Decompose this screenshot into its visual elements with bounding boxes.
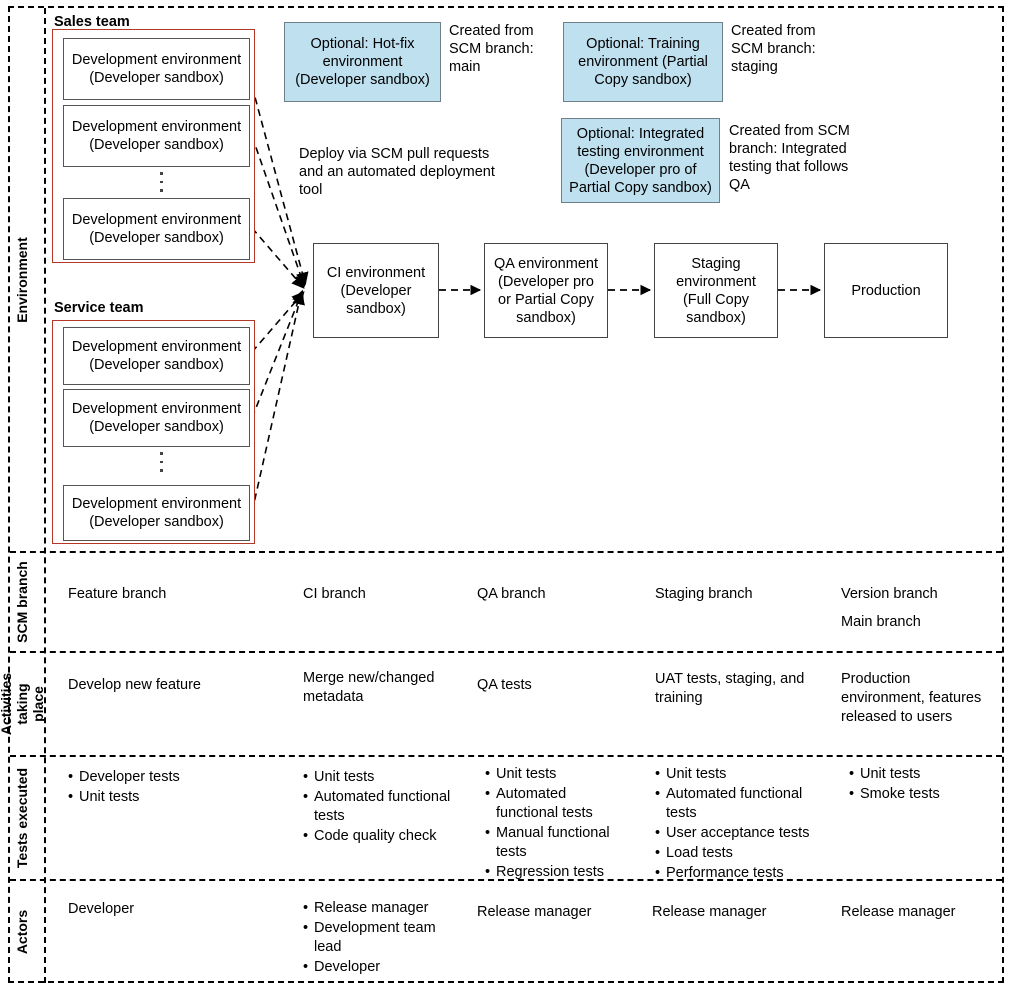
row-label-activities: Activities taking place: [0, 653, 46, 755]
actors-cell-1: Developer: [68, 901, 135, 917]
tests-cell-1: Developer testsUnit tests: [68, 768, 258, 808]
row-label-scm: SCM branch: [0, 553, 44, 651]
list-item: Developer: [303, 958, 458, 977]
separator-label-column: [44, 8, 46, 983]
tests-list-3: Unit testsAutomated functional testsManu…: [485, 765, 623, 882]
separator-activities-tests: [10, 755, 1002, 757]
list-item: User acceptance tests: [655, 824, 825, 843]
env-box-production[interactable]: Production: [824, 243, 948, 338]
list-item: Code quality check: [303, 827, 453, 846]
env-box-staging[interactable]: Staging environment (Full Copy sandbox): [654, 243, 778, 338]
activities-cell-4: UAT tests, staging, and training: [655, 671, 805, 706]
row-label-actors: Actors: [0, 881, 44, 983]
actors-cell-5: Release manager: [841, 904, 956, 920]
tests-list-1: Developer testsUnit tests: [68, 768, 258, 807]
optional-integrated-testing-box[interactable]: Optional: Integrated testing environment…: [561, 118, 720, 203]
list-item: Manual functional tests: [485, 824, 623, 862]
dev-env-box-service-1[interactable]: Development environment (Developer sandbo…: [63, 327, 250, 385]
row-label-activities-text: Activities taking place: [0, 672, 46, 736]
activities-cell-5: Production environment, features release…: [841, 671, 982, 725]
scm-cell-1: Feature branch: [68, 586, 167, 602]
separator-environment-scm: [10, 551, 1002, 553]
list-item: Regression tests: [485, 863, 623, 882]
actors-cell-4: Release manager: [652, 904, 767, 920]
row-label-tests-text: Tests executed: [14, 767, 30, 869]
optional-training-box[interactable]: Optional: Training environment (Partial …: [563, 22, 723, 102]
optional-hotfix-box[interactable]: Optional: Hot-fix environment (Developer…: [284, 22, 441, 102]
list-item: Unit tests: [655, 765, 825, 784]
list-item: Performance tests: [655, 864, 825, 883]
row-label-environment-text: Environment: [14, 236, 31, 323]
env-box-ci[interactable]: CI environment (Developer sandbox): [313, 243, 439, 338]
list-item: Release manager: [303, 899, 458, 918]
list-item: Automated functional tests: [485, 785, 623, 823]
tests-cell-3: Unit testsAutomated functional testsManu…: [485, 765, 623, 883]
list-item: Unit tests: [485, 765, 623, 784]
tests-cell-4: Unit testsAutomated functional testsUser…: [655, 765, 825, 884]
separator-scm-activities: [10, 651, 1002, 653]
actors-cell-2: Release managerDevelopment team leadDeve…: [303, 899, 458, 978]
dev-env-box-service-3[interactable]: Development environment (Developer sandbo…: [63, 485, 250, 541]
diagram-canvas: Environment SCM branch Activities taking…: [0, 0, 1010, 989]
scm-cell-3: QA branch: [477, 586, 546, 602]
ellipsis-sales: [160, 172, 163, 192]
note-deploy-method: Deploy via SCM pull requests and an auto…: [299, 146, 495, 198]
row-label-environment: Environment: [0, 8, 44, 551]
dev-env-box-service-2[interactable]: Development environment (Developer sandbo…: [63, 389, 250, 447]
dev-env-box-sales-1[interactable]: Development environment (Developer sandbo…: [63, 38, 250, 100]
list-item: Automated functional tests: [655, 785, 825, 823]
scm-cell-5: Version branch Main branch: [841, 586, 938, 630]
note-hotfix-branch: Created from SCM branch: main: [449, 23, 534, 75]
activities-cell-1: Develop new feature: [68, 677, 201, 693]
ellipsis-service: [160, 452, 163, 472]
row-label-scm-text: SCM branch: [14, 561, 30, 643]
row-label-actors-text: Actors: [14, 909, 31, 955]
list-item: Unit tests: [303, 768, 453, 787]
env-box-qa[interactable]: QA environment (Developer pro or Partial…: [484, 243, 608, 338]
team-title-service: Service team: [54, 300, 144, 316]
team-title-sales: Sales team: [54, 14, 130, 30]
list-item: Unit tests: [68, 788, 258, 807]
list-item: Automated functional tests: [303, 788, 453, 826]
actors-list-2: Release managerDevelopment team leadDeve…: [303, 899, 458, 977]
scm-cell-4: Staging branch: [655, 586, 753, 602]
scm-cell-2: CI branch: [303, 586, 366, 602]
activities-cell-2: Merge new/changed metadata: [303, 670, 435, 705]
list-item: Development team lead: [303, 919, 458, 957]
list-item: Unit tests: [849, 765, 999, 784]
row-label-tests: Tests executed: [0, 757, 44, 879]
note-training-branch: Created from SCM branch: staging: [731, 23, 816, 75]
list-item: Load tests: [655, 844, 825, 863]
actors-cell-3: Release manager: [477, 904, 592, 920]
note-integrated-testing-branch: Created from SCM branch: Integrated test…: [729, 123, 850, 193]
tests-list-2: Unit testsAutomated functional testsCode…: [303, 768, 453, 846]
dev-env-box-sales-2[interactable]: Development environment (Developer sandbo…: [63, 105, 250, 167]
tests-cell-5: Unit testsSmoke tests: [849, 765, 999, 805]
list-item: Smoke tests: [849, 785, 999, 804]
dev-env-box-sales-3[interactable]: Development environment (Developer sandbo…: [63, 198, 250, 260]
activities-cell-3: QA tests: [477, 677, 532, 693]
tests-cell-2: Unit testsAutomated functional testsCode…: [303, 768, 453, 847]
list-item: Developer tests: [68, 768, 258, 787]
tests-list-4: Unit testsAutomated functional testsUser…: [655, 765, 825, 883]
tests-list-5: Unit testsSmoke tests: [849, 765, 999, 804]
